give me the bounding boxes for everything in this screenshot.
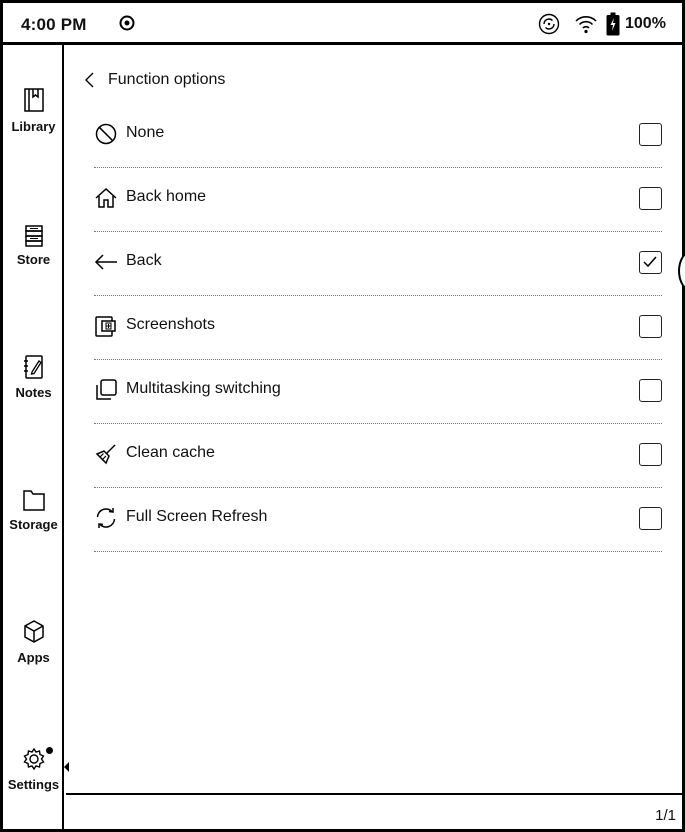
settings-icon (22, 747, 45, 771)
sidebar-item-label: Store (16, 252, 51, 267)
option-checkbox[interactable] (639, 507, 662, 530)
option-checkbox[interactable] (639, 443, 662, 466)
back-chevron-icon[interactable] (84, 71, 96, 89)
option-row-multitasking[interactable]: Multitasking switching (94, 360, 662, 424)
refresh-icon (96, 508, 116, 528)
notification-dot (46, 747, 53, 754)
sync-icon (538, 13, 560, 35)
sidebar-item-apps[interactable]: Apps (3, 618, 64, 665)
sidebar-item-library[interactable]: Library (3, 87, 64, 134)
battery-icon (606, 12, 620, 36)
sidebar-item-storage[interactable]: Storage (3, 485, 64, 532)
option-checkbox-checked[interactable] (639, 251, 662, 274)
status-time: 4:00 PM (21, 15, 87, 34)
sidebar-item-store[interactable]: Store (3, 220, 64, 267)
option-row-full-screen-refresh[interactable]: Full Screen Refresh (94, 488, 662, 552)
pagination-footer: 1/1 (66, 793, 682, 829)
option-label: Full Screen Refresh (126, 508, 268, 525)
option-label: Back home (126, 188, 207, 205)
home-icon (95, 187, 117, 208)
option-label: Screenshots (126, 316, 215, 333)
option-row-clean-cache[interactable]: Clean cache (94, 424, 662, 488)
option-checkbox[interactable] (639, 123, 662, 146)
broom-icon (95, 444, 116, 465)
sidebar: Library Store Notes Storage Apps Setting… (3, 45, 69, 829)
checkmark-icon (643, 256, 657, 268)
option-checkbox[interactable] (639, 315, 662, 338)
page-title: Function options (108, 71, 226, 88)
sidebar-item-label: Library (11, 119, 56, 134)
back-arrow-icon (94, 254, 117, 270)
do-not-disturb-icon (119, 15, 135, 31)
sidebar-item-settings[interactable]: Settings (3, 745, 69, 792)
storage-icon (22, 490, 45, 511)
main-panel: Function options None Back home Back Scr… (66, 45, 682, 829)
sidebar-item-label: Notes (15, 385, 52, 400)
notes-icon (23, 355, 43, 379)
apps-icon (23, 620, 44, 643)
option-row-screenshots[interactable]: Screenshots (94, 296, 662, 360)
battery-percent: 100% (625, 15, 666, 32)
library-icon (23, 88, 44, 112)
option-checkbox[interactable] (639, 379, 662, 402)
page-header: Function options (84, 69, 225, 91)
option-row-none[interactable]: None (94, 104, 662, 168)
option-row-back[interactable]: Back (94, 232, 662, 296)
option-label: Back (126, 252, 162, 269)
option-row-back-home[interactable]: Back home (94, 168, 662, 232)
screenshot-icon (95, 316, 116, 337)
option-label: None (126, 124, 165, 141)
sidebar-item-label: Storage (9, 517, 58, 532)
sidebar-item-label: Settings (7, 777, 60, 792)
page-counter: 1/1 (655, 807, 676, 824)
option-checkbox[interactable] (639, 187, 662, 210)
sidebar-item-notes[interactable]: Notes (3, 353, 64, 400)
status-bar: 4:00 PM 100% (3, 3, 682, 45)
store-icon (24, 225, 43, 247)
option-label: Clean cache (126, 444, 215, 461)
sidebar-item-label: Apps (17, 650, 50, 665)
wifi-icon (575, 16, 597, 34)
multitask-icon (96, 379, 117, 400)
option-label: Multitasking switching (126, 380, 281, 397)
none-icon (95, 123, 117, 145)
